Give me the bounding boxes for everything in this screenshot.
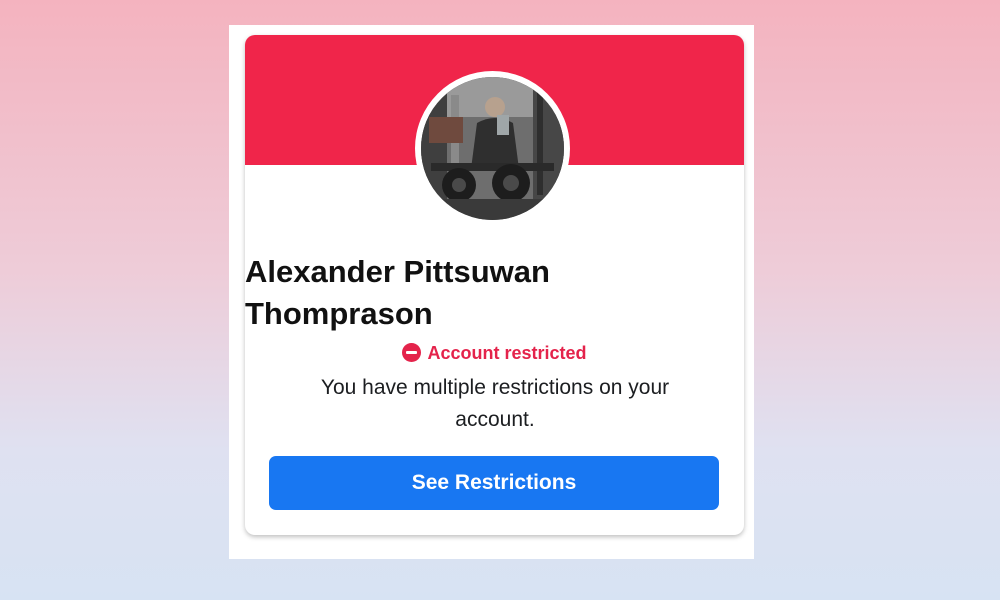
status-label: Account restricted [427, 343, 587, 363]
avatar[interactable] [415, 71, 570, 226]
restricted-icon [402, 343, 422, 362]
profile-name: Alexander Pittsuwan Thomprason [245, 251, 665, 335]
profile-name-line1: Alexander Pittsuwan [245, 254, 550, 289]
profile-photo [421, 77, 564, 220]
see-restrictions-button[interactable]: See Restrictions [269, 456, 719, 510]
profile-card: Alexander Pittsuwan Thomprason Account r… [245, 35, 744, 535]
status-row: Account restricted [245, 343, 744, 364]
screenshot-frame: Alexander Pittsuwan Thomprason Account r… [229, 25, 754, 559]
restriction-description: You have multiple restrictions on your a… [320, 376, 670, 431]
profile-name-line2: Thomprason [245, 296, 433, 331]
